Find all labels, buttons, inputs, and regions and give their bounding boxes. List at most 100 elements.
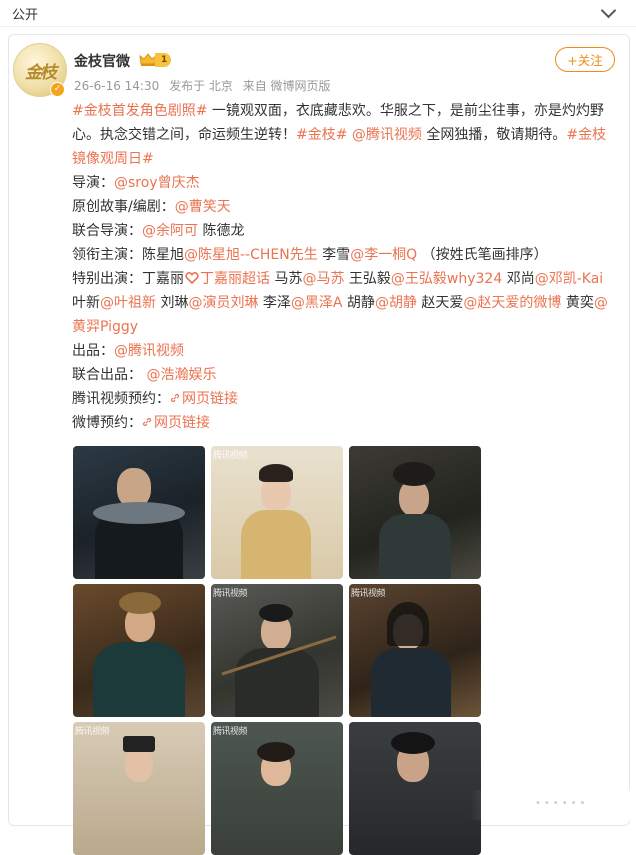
level-badge: 1 (155, 53, 172, 67)
credit-text: 李雪 (317, 247, 351, 263)
mention-link[interactable]: @sroy曾庆杰 (114, 175, 200, 191)
photo-thumbnail[interactable] (349, 446, 481, 579)
mention-link[interactable]: @黑泽A (291, 295, 343, 311)
credit-text: 赵天爱 (416, 295, 464, 311)
mention-link[interactable]: @叶祖新 (100, 295, 156, 311)
mention-link[interactable]: @演员刘琳 (188, 295, 258, 311)
credit-label: 领衔主演：陈星旭 (72, 247, 184, 263)
mention-link[interactable]: @李一桐Q (350, 247, 417, 263)
photo-thumbnail[interactable] (73, 446, 205, 579)
credit-codirector: 联合导演：@余阿可 陈德龙 (72, 219, 617, 243)
figure-robe (379, 514, 451, 579)
post-body: #金枝首发角色剧照# 一镜观双面，衣底藏悲欢。华服之下，是前尘往事，亦是灼灼野心… (72, 99, 617, 435)
watermark: 腾讯视频 (213, 589, 248, 599)
chevron-down-icon[interactable] (600, 2, 617, 19)
visibility-label: 公开 (12, 7, 39, 23)
photo-thumbnail[interactable]: 腾讯视频 (73, 722, 205, 855)
follow-button[interactable]: +关注 (555, 47, 615, 72)
credit-director: 导演：@sroy曾庆杰 (72, 171, 617, 195)
mention-link[interactable]: @马苏 (302, 271, 344, 287)
credit-text: 胡静 (342, 295, 375, 311)
credit-label: 特别出演：丁嘉丽 (72, 271, 184, 287)
watermark: 腾讯视频 (75, 727, 110, 737)
web-link[interactable]: 网页链接 (142, 415, 210, 431)
tencent-reserve: 腾讯视频预约： 网页链接 (72, 387, 617, 411)
post-source: 来自 微博网页版 (242, 79, 331, 93)
figure-face (125, 748, 153, 782)
credit-text: 王弘毅 (344, 271, 391, 287)
credit-text: 马苏 (270, 271, 303, 287)
credit-note: （按姓氏笔画排序） (421, 247, 548, 263)
avatar-logo: 金枝 (25, 63, 57, 83)
credit-label: 联合出品： (72, 367, 142, 383)
mention-link[interactable]: @王弘毅why324 (391, 271, 502, 287)
figure-hat (123, 736, 155, 752)
account-name[interactable]: 金枝官微 (74, 51, 130, 71)
figure-hair (259, 464, 293, 482)
weibo-reserve: 微博预约： 网页链接 (72, 411, 617, 435)
credit-label: 联合导演： (72, 223, 142, 239)
web-link-label: 网页链接 (154, 415, 210, 431)
mention-link[interactable]: @曹笑天 (175, 199, 231, 215)
mention-link[interactable]: @腾讯视频 (347, 127, 422, 143)
supertopic-link[interactable]: 丁嘉丽超话 (200, 271, 270, 287)
mention-link[interactable]: @余阿可 (142, 223, 198, 239)
supertopic-heart-icon (185, 272, 199, 284)
figure-fur-collar (93, 502, 185, 524)
watermark: 腾讯视频 (213, 727, 248, 737)
credit-producer: 出品：@腾讯视频 (72, 339, 617, 363)
credit-text: 黄奕 (561, 295, 594, 311)
credit-lead: 领衔主演：陈星旭@陈星旭--CHEN先生 李雪@李一桐Q （按姓氏笔画排序） (72, 243, 617, 267)
figure-armor (235, 648, 319, 717)
mention-link[interactable]: @赵天爱的微博 (463, 295, 561, 311)
credit-label: 原创故事/编剧： (72, 199, 175, 215)
figure-robe (371, 648, 451, 717)
credit-text: 陈德龙 (198, 223, 245, 239)
figure-robe (241, 510, 311, 579)
mention-link[interactable]: @腾讯视频 (114, 343, 184, 359)
figure-hair (391, 732, 435, 754)
figure-hair (257, 742, 295, 762)
mention-link[interactable]: @陈星旭--CHEN先生 (184, 247, 318, 263)
photo-thumbnail[interactable]: 腾讯视频 (211, 722, 343, 855)
weibo-post-card: 金枝 ✓ 金枝官微 1 26-6-16 14:30 发布于 北京 来自 微博网页… (8, 34, 630, 855)
credit-text: 叶新 (72, 295, 100, 311)
post-text: 全网独播，敬请期待。 (421, 127, 567, 143)
credit-label: 微博预约： (72, 415, 142, 431)
hashtag-link[interactable]: #金枝首发角色剧照# (72, 103, 207, 119)
credit-coproducer: 联合出品： @浩瀚娱乐 (72, 363, 617, 387)
photo-thumbnail[interactable] (73, 584, 205, 717)
mention-link[interactable]: @浩瀚娱乐 (142, 367, 216, 383)
figure-hair (393, 462, 435, 486)
figure-hair (259, 604, 293, 622)
web-link[interactable]: 网页链接 (170, 391, 238, 407)
credit-text: 邓尚 (502, 271, 535, 287)
watermark: 腾讯视频 (351, 589, 386, 599)
timestamp[interactable]: 26-6-16 14:30 (74, 79, 159, 93)
photo-thumbnail[interactable]: 腾讯视频 (211, 446, 343, 579)
more-dots-icon: •••••• (535, 798, 589, 809)
top-bar: 公开 (0, 0, 636, 27)
post-header: 金枝 ✓ 金枝官微 1 26-6-16 14:30 发布于 北京 来自 微博网页… (9, 35, 629, 99)
credit-special: 特别出演：丁嘉丽 丁嘉丽超话 马苏@马苏 王弘毅@王弘毅why324 邓尚@邓凯-… (72, 267, 617, 339)
link-icon (142, 417, 152, 427)
mention-link[interactable]: @胡静 (375, 295, 417, 311)
credit-label: 出品： (72, 343, 114, 359)
credit-label: 导演： (72, 175, 114, 191)
hashtag-link[interactable]: #金枝# (296, 127, 347, 143)
link-icon (170, 393, 180, 403)
verified-icon: ✓ (50, 82, 65, 97)
credit-label: 腾讯视频预约： (72, 391, 170, 407)
watermark: 腾讯视频 (213, 451, 248, 461)
figure-hair (387, 602, 429, 646)
photo-thumbnail[interactable]: 腾讯视频 (349, 584, 481, 717)
figure-headpiece (119, 592, 161, 614)
photo-thumbnail[interactable]: 腾讯视频 (211, 584, 343, 717)
intro-paragraph: #金枝首发角色剧照# 一镜观双面，衣底藏悲欢。华服之下，是前尘往事，亦是灼灼野心… (72, 99, 617, 171)
photo-thumbnail[interactable] (349, 722, 481, 855)
credit-text: 李泽 (258, 295, 291, 311)
credit-text: 刘琳 (156, 295, 189, 311)
mention-link[interactable]: @邓凯-Kai (535, 271, 603, 287)
figure-robe (93, 642, 185, 717)
published-location: 发布于 北京 (169, 79, 233, 93)
